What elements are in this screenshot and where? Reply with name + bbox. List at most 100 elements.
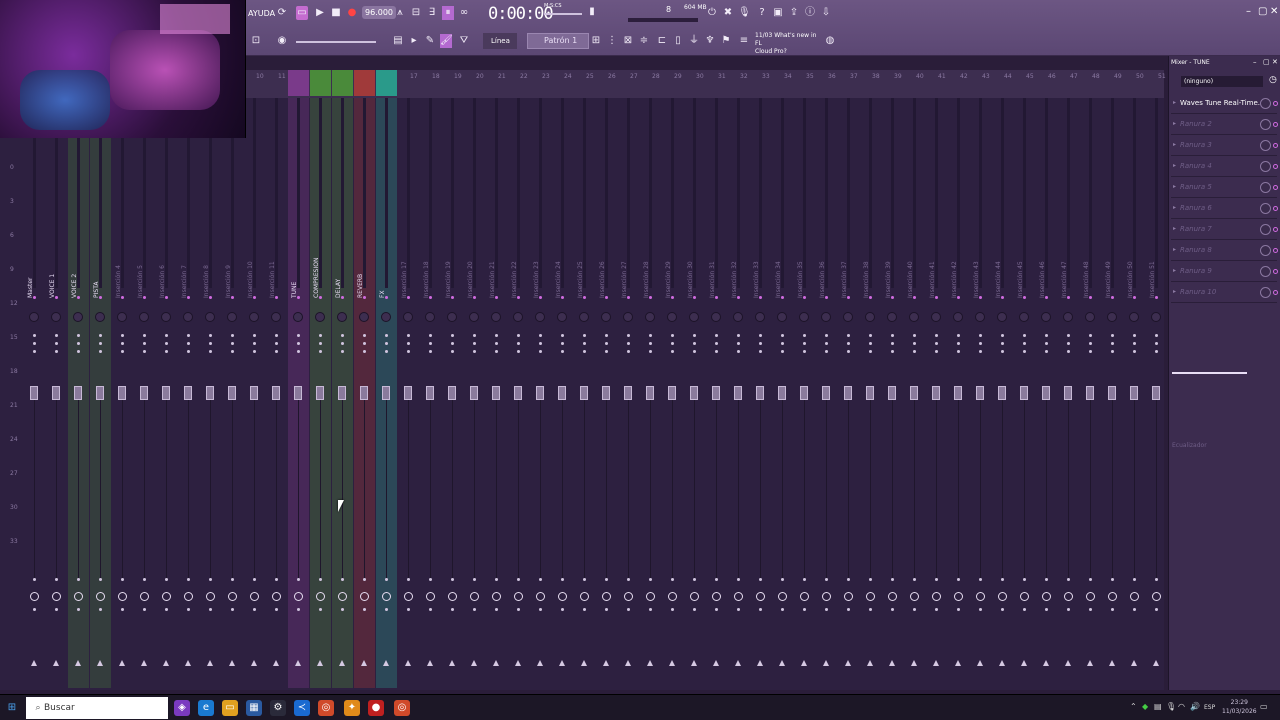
strip-dot[interactable] <box>781 578 784 581</box>
song-mode-icon[interactable]: ▭ <box>296 6 308 20</box>
route-ring[interactable] <box>756 592 765 601</box>
track-label[interactable]: Inserción 7 <box>181 248 195 298</box>
volume-fader[interactable] <box>184 386 192 400</box>
strip-dot[interactable] <box>209 578 212 581</box>
pan-knob[interactable] <box>337 312 347 322</box>
volume-fader[interactable] <box>1108 386 1116 400</box>
pan-knob[interactable] <box>667 312 677 322</box>
volume-fader[interactable] <box>470 386 478 400</box>
strip-dot[interactable] <box>561 608 564 611</box>
send-arrow-icon[interactable] <box>427 660 433 666</box>
track-label[interactable]: Inserción 40 <box>907 248 921 298</box>
strip-dot[interactable] <box>957 342 960 345</box>
send-arrow-icon[interactable] <box>1087 660 1093 666</box>
strip-dot[interactable] <box>693 334 696 337</box>
track-label[interactable]: Inserción 22 <box>511 248 525 298</box>
strip-dot[interactable] <box>165 608 168 611</box>
strip-dot[interactable] <box>407 608 410 611</box>
strip-dot[interactable] <box>649 608 652 611</box>
strip-dot[interactable] <box>1067 350 1070 353</box>
track-label[interactable]: Inserción 24 <box>555 248 569 298</box>
track-label[interactable]: Inserción 37 <box>841 248 855 298</box>
strip-dot[interactable] <box>561 342 564 345</box>
power-icon[interactable]: ⏻ <box>706 6 718 20</box>
strip-dot[interactable] <box>913 608 916 611</box>
send-arrow-icon[interactable] <box>185 660 191 666</box>
pan-knob[interactable] <box>579 312 589 322</box>
track-label[interactable]: Inserción 43 <box>973 248 987 298</box>
strip-dot[interactable] <box>517 578 520 581</box>
mixer-track[interactable]: Inserción 41 <box>926 98 947 688</box>
mixer-track[interactable]: Inserción 50 <box>1124 98 1145 688</box>
track-label[interactable]: Inserción 42 <box>951 248 965 298</box>
pan-knob[interactable] <box>1085 312 1095 322</box>
strip-dot[interactable] <box>33 608 36 611</box>
strip-dot[interactable] <box>121 334 124 337</box>
strip-dot[interactable] <box>1067 342 1070 345</box>
strip-dot[interactable] <box>759 350 762 353</box>
volume-fader[interactable] <box>492 386 500 400</box>
slot-expand-icon[interactable]: ▸ <box>1173 288 1176 295</box>
strip-dot[interactable] <box>297 608 300 611</box>
track-label[interactable]: VOICE 1 <box>49 248 63 298</box>
strip-dot[interactable] <box>737 342 740 345</box>
strip-dot[interactable] <box>1045 350 1048 353</box>
send-arrow-icon[interactable] <box>119 660 125 666</box>
strip-dot[interactable] <box>869 342 872 345</box>
strip-dot[interactable] <box>319 350 322 353</box>
pan-knob[interactable] <box>29 312 39 322</box>
strip-dot[interactable] <box>121 608 124 611</box>
slot-mix-knob[interactable] <box>1260 182 1271 193</box>
export-icon[interactable]: ⇪ <box>788 6 800 20</box>
route-ring[interactable] <box>910 592 919 601</box>
strip-dot[interactable] <box>99 334 102 337</box>
send-arrow-icon[interactable] <box>1021 660 1027 666</box>
undo-icon[interactable]: ⟳ <box>276 6 288 20</box>
strip-dot[interactable] <box>253 578 256 581</box>
slot-expand-icon[interactable]: ▸ <box>1173 267 1176 274</box>
strip-dot[interactable] <box>341 342 344 345</box>
mixer-track[interactable]: Inserción 6 <box>156 98 177 688</box>
strip-dot[interactable] <box>231 578 234 581</box>
tuner-icon[interactable]: ♆ <box>704 34 716 48</box>
mixer-track[interactable]: Inserción 31 <box>706 98 727 688</box>
strip-dot[interactable] <box>1133 342 1136 345</box>
strip-dot[interactable] <box>539 334 542 337</box>
strip-dot[interactable] <box>627 334 630 337</box>
slot-expand-icon[interactable]: ▸ <box>1173 225 1176 232</box>
help-icon[interactable]: ? <box>756 6 768 20</box>
strip-dot[interactable] <box>979 342 982 345</box>
panel-maximize-icon[interactable]: ▢ <box>1263 58 1270 66</box>
strip-dot[interactable] <box>869 608 872 611</box>
send-arrow-icon[interactable] <box>53 660 59 666</box>
track-label[interactable]: TUNE <box>291 248 305 298</box>
strip-dot[interactable] <box>319 334 322 337</box>
strip-dot[interactable] <box>671 608 674 611</box>
strip-dot[interactable] <box>1155 578 1158 581</box>
strip-dot[interactable] <box>583 350 586 353</box>
strip-dot[interactable] <box>1111 334 1114 337</box>
route-ring[interactable] <box>162 592 171 601</box>
strip-dot[interactable] <box>737 334 740 337</box>
strip-dot[interactable] <box>583 334 586 337</box>
track-label[interactable]: Inserción 27 <box>621 248 635 298</box>
strip-dot[interactable] <box>341 350 344 353</box>
strip-dot[interactable] <box>979 334 982 337</box>
volume-fader[interactable] <box>448 386 456 400</box>
send-arrow-icon[interactable] <box>977 660 983 666</box>
volume-fader[interactable] <box>580 386 588 400</box>
volume-fader[interactable] <box>976 386 984 400</box>
send-arrow-icon[interactable] <box>383 660 389 666</box>
strip-dot[interactable] <box>341 334 344 337</box>
mixer-track[interactable]: Inserción 9 <box>222 98 243 688</box>
strip-dot[interactable] <box>1089 608 1092 611</box>
mixer-track[interactable]: Inserción 21 <box>486 98 507 688</box>
snap-icon[interactable]: ⊡ <box>250 34 262 48</box>
send-arrow-icon[interactable] <box>713 660 719 666</box>
minimize-icon[interactable]: – <box>1246 6 1251 17</box>
strip-dot[interactable] <box>891 342 894 345</box>
strip-dot[interactable] <box>1045 342 1048 345</box>
volume-fader[interactable] <box>624 386 632 400</box>
pan-knob[interactable] <box>205 312 215 322</box>
strip-dot[interactable] <box>715 578 718 581</box>
